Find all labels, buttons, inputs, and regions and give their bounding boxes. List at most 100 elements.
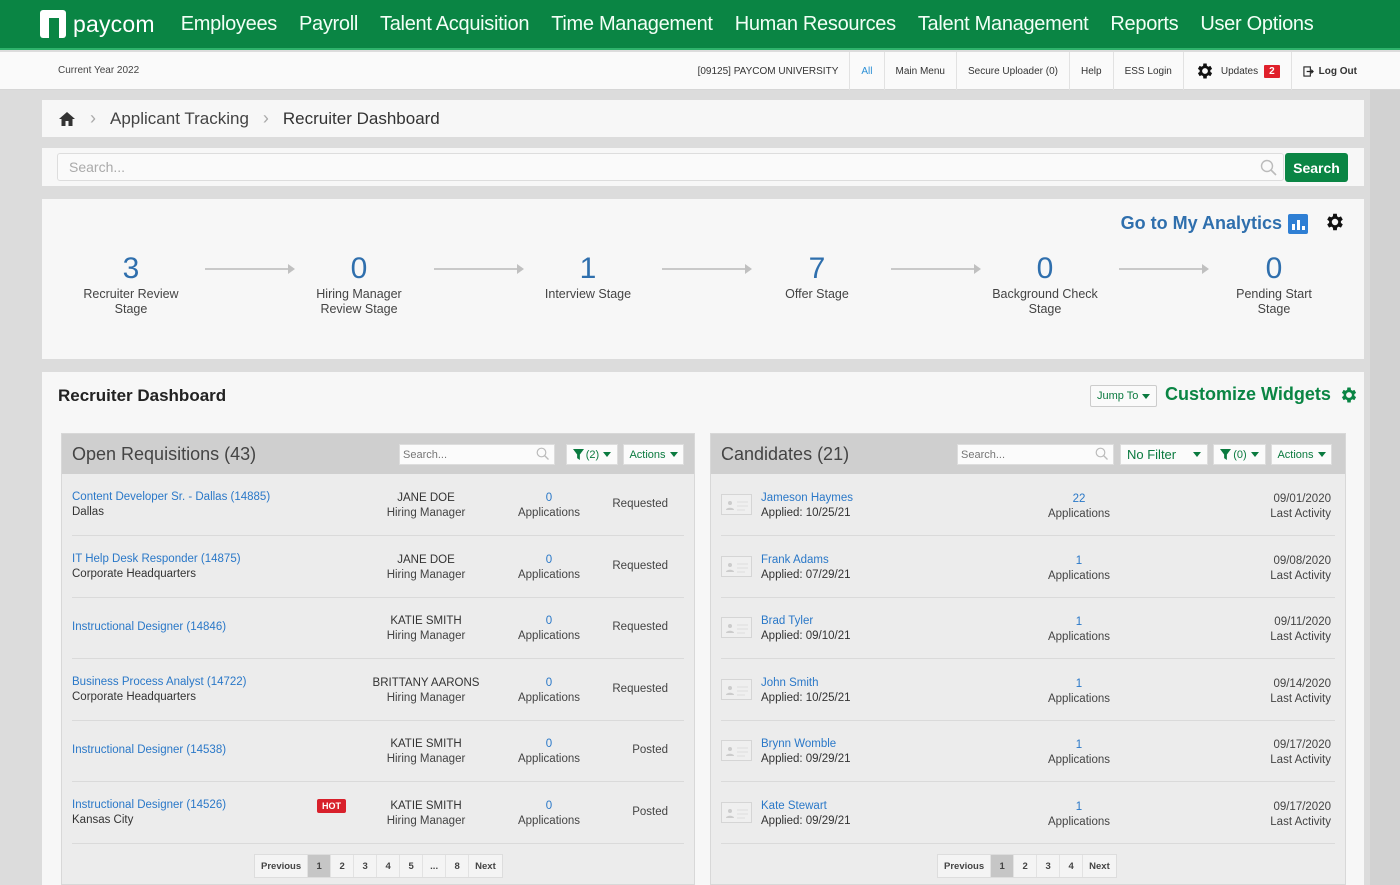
help-link[interactable]: Help — [1069, 52, 1113, 90]
secure-uploader-link[interactable]: Secure Uploader (0) — [955, 52, 1069, 90]
pagination-page-4[interactable]: 4 — [376, 855, 400, 877]
gear-icon[interactable] — [1324, 211, 1346, 233]
logout-button[interactable]: Log Out — [1290, 52, 1368, 90]
customize-widgets-button[interactable]: Customize Widgets — [1165, 384, 1359, 405]
requisition-title-link[interactable]: Instructional Designer (14526) — [72, 799, 226, 811]
nav-talent-acquisition[interactable]: Talent Acquisition — [380, 13, 529, 36]
requisition-status: Requested — [612, 682, 668, 695]
breadcrumb-recruiter-dashboard: Recruiter Dashboard — [282, 108, 440, 128]
pagination-next[interactable]: Next — [468, 855, 502, 877]
applications-count-link[interactable]: 1 — [1034, 554, 1124, 569]
requisitions-filter-button[interactable]: (2) — [566, 444, 618, 465]
candidate-name-link[interactable]: Jameson Haymes — [761, 492, 853, 504]
applications-count-link[interactable]: 1 — [1034, 800, 1124, 815]
pagination-page-4[interactable]: 4 — [1059, 855, 1083, 877]
applications-count-link[interactable]: 22 — [1034, 492, 1124, 507]
nav-employees[interactable]: Employees — [181, 13, 278, 36]
applications-count-link[interactable]: 0 — [509, 737, 589, 752]
requisition-title-link[interactable]: Instructional Designer (14846) — [72, 621, 226, 633]
search-input[interactable] — [57, 153, 1284, 181]
pagination-page-1[interactable]: 1 — [990, 855, 1014, 877]
candidate-name-link[interactable]: Brynn Womble — [761, 738, 836, 750]
candidate-name-link[interactable]: John Smith — [761, 677, 819, 689]
paycom-logo[interactable]: paycom — [40, 10, 155, 38]
search-button[interactable]: Search — [1285, 153, 1348, 182]
nav-payroll[interactable]: Payroll — [299, 13, 358, 36]
no-filter-dropdown[interactable]: No Filter — [1120, 444, 1208, 465]
stage-label: Offer Stage — [785, 287, 849, 301]
pagination-previous[interactable]: Previous — [938, 855, 991, 877]
candidate-name-link[interactable]: Brad Tyler — [761, 615, 813, 627]
requisitions-search-input[interactable] — [399, 444, 555, 465]
applications-label: Applications — [517, 630, 580, 642]
pagination-next[interactable]: Next — [1082, 855, 1116, 877]
stage-count: 3 — [122, 252, 140, 285]
stage-offer[interactable]: 7 Offer Stage — [747, 251, 887, 302]
utility-bar: Current Year 2022 [09125] PAYCOM UNIVERS… — [0, 52, 1400, 90]
nav-talent-management[interactable]: Talent Management — [918, 13, 1089, 36]
nav-time-management[interactable]: Time Management — [551, 13, 713, 36]
stage-pending-start[interactable]: 0 Pending Start Stage — [1204, 251, 1344, 317]
candidate-row: John Smith Applied: 10/25/21 1 Applicatio… — [721, 660, 1335, 721]
home-icon[interactable] — [58, 111, 76, 127]
requisition-title-link[interactable]: Business Process Analyst (14722) — [72, 676, 247, 688]
last-activity: 09/08/2020 Last Activity — [1270, 554, 1331, 584]
last-activity-date: 09/14/2020 — [1273, 677, 1331, 690]
ess-login-link[interactable]: ESS Login — [1112, 52, 1183, 90]
candidate-name-link[interactable]: Frank Adams — [761, 554, 829, 566]
pagination-page-2[interactable]: 2 — [1013, 855, 1037, 877]
requisition-title-link[interactable]: IT Help Desk Responder (14875) — [72, 553, 241, 565]
applications-count-link[interactable]: 1 — [1034, 738, 1124, 753]
stage-background-check[interactable]: 0 Background Check Stage — [975, 251, 1115, 317]
go-to-analytics-link[interactable]: Go to My Analytics — [1121, 213, 1308, 234]
stage-count: 1 — [579, 252, 597, 285]
applications-count-link[interactable]: 0 — [509, 799, 589, 814]
applications-count-link[interactable]: 0 — [509, 614, 589, 629]
nav-user-options[interactable]: User Options — [1200, 13, 1313, 36]
applications-label: Applications — [1047, 754, 1110, 766]
candidates-search-input[interactable] — [957, 444, 1114, 465]
pagination-page-3[interactable]: 3 — [1036, 855, 1060, 877]
requisition-title-link[interactable]: Instructional Designer (14538) — [72, 744, 226, 756]
candidates-filter-button[interactable]: (0) — [1213, 444, 1266, 465]
stage-count: 0 — [1036, 252, 1054, 285]
hiring-manager: KATIE SMITH Hiring Manager — [366, 737, 486, 767]
breadcrumb-applicant-tracking[interactable]: Applicant Tracking — [110, 109, 249, 129]
applications-count-link[interactable]: 1 — [1034, 677, 1124, 692]
candidate-name-link[interactable]: Kate Stewart — [761, 800, 827, 812]
requisition-row: Business Process Analyst (14722) Corporat… — [72, 660, 684, 721]
candidates-actions-button[interactable]: Actions — [1271, 444, 1332, 465]
main-menu-link[interactable]: Main Menu — [883, 52, 956, 90]
pagination-page-1[interactable]: 1 — [307, 855, 331, 877]
candidate-applications: 1 Applications — [1034, 554, 1124, 584]
actions-label: Actions — [629, 448, 666, 461]
requisitions-actions-button[interactable]: Actions — [623, 444, 684, 465]
manager-name: KATIE SMITH — [390, 615, 462, 627]
requisition-title-link[interactable]: Content Developer Sr. - Dallas (14885) — [72, 491, 270, 503]
stage-hiring-manager-review[interactable]: 0 Hiring Manager Review Stage — [289, 251, 429, 317]
pagination-previous[interactable]: Previous — [255, 855, 308, 877]
updates-button[interactable]: Updates 2 — [1182, 52, 1291, 90]
all-link[interactable]: All — [849, 52, 883, 90]
applications-count-link[interactable]: 0 — [509, 676, 589, 691]
pagination-page-3[interactable]: 3 — [353, 855, 377, 877]
manager-name: BRITTANY AARONS — [372, 676, 480, 689]
stage-interview[interactable]: 1 Interview Stage — [518, 251, 658, 302]
manager-name: JANE DOE — [397, 553, 455, 566]
hiring-manager: JANE DOE Hiring Manager — [366, 553, 486, 583]
widget-title: Open Requisitions (43) — [72, 444, 257, 464]
pagination-page-5[interactable]: 5 — [399, 855, 423, 877]
applications-count-link[interactable]: 1 — [1034, 615, 1124, 630]
pagination-page-8[interactable]: 8 — [445, 855, 469, 877]
last-activity-label: Last Activity — [1270, 569, 1331, 582]
requisition-row: IT Help Desk Responder (14875) Corporate … — [72, 537, 684, 598]
pagination-page-2[interactable]: 2 — [330, 855, 354, 877]
nav-human-resources[interactable]: Human Resources — [735, 13, 896, 36]
applications-label: Applications — [517, 753, 580, 765]
jump-to-dropdown[interactable]: Jump To — [1090, 385, 1158, 407]
page-scroll-gutter — [1370, 90, 1400, 885]
applications-count-link[interactable]: 0 — [509, 553, 589, 568]
applications-count-link[interactable]: 0 — [509, 491, 589, 506]
nav-reports[interactable]: Reports — [1110, 13, 1178, 36]
stage-recruiter-review[interactable]: 3 Recruiter Review Stage — [61, 251, 201, 317]
